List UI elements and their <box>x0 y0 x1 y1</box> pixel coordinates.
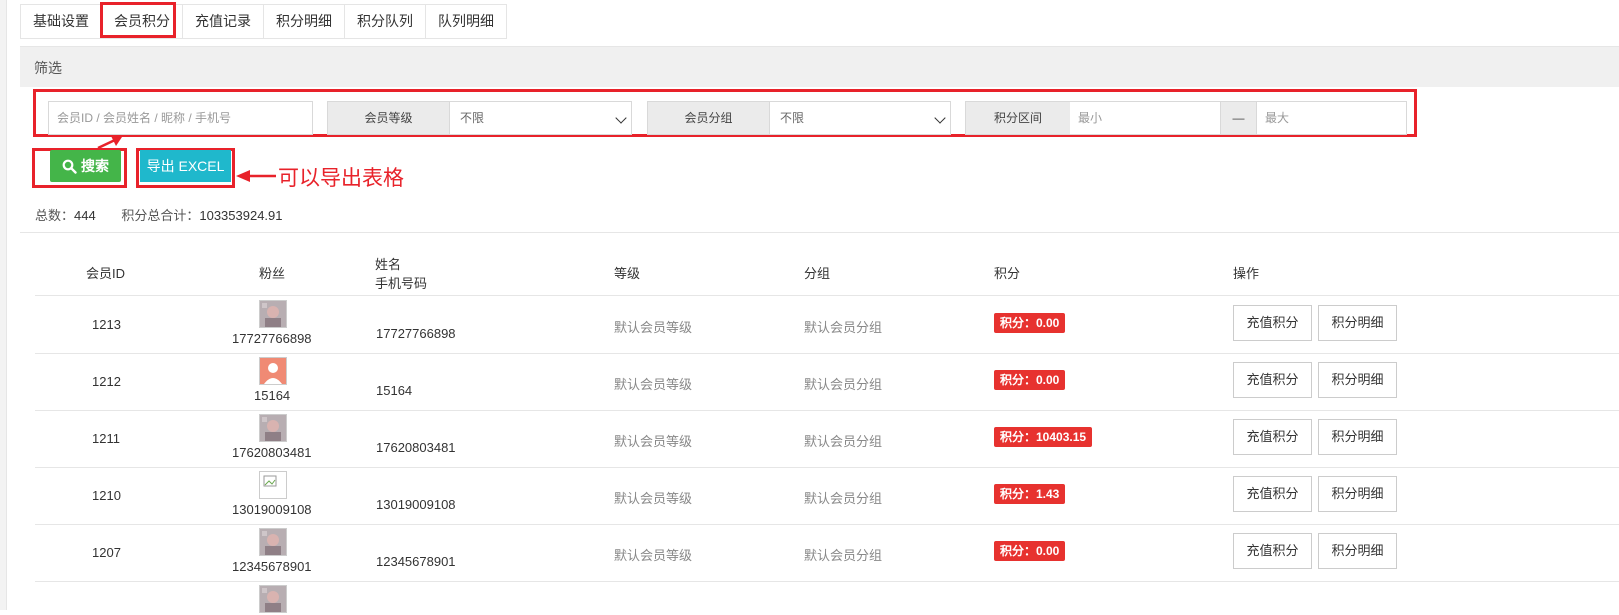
header-name: 姓名 <box>375 257 402 272</box>
points-badge: 积分：0.00 <box>994 541 1066 561</box>
member-avatar <box>259 528 287 556</box>
points-detail-button[interactable]: 积分明细 <box>1318 419 1397 455</box>
member-level: 默认会员等级 <box>614 377 693 392</box>
member-level: 默认会员等级 <box>614 491 693 506</box>
recharge-points-button[interactable]: 充值积分 <box>1233 533 1312 569</box>
summary: 总数：444 积分总合计：103353924.91 <box>35 205 305 224</box>
table-row: 1211 17620803481 17620803481 默认会员等级 默认会员分组 积分… <box>35 410 1619 468</box>
fan-nickname: 17620803481 <box>232 445 312 460</box>
header-points: 积分 <box>994 266 1021 281</box>
member-id: 1212 <box>92 374 121 389</box>
header-group: 分组 <box>804 266 831 281</box>
member-group: 默认会员分组 <box>804 320 883 335</box>
recharge-points-button[interactable]: 充值积分 <box>1233 419 1312 455</box>
points-sum-label: 积分总合计： <box>121 208 200 223</box>
points-badge: 积分：0.00 <box>994 313 1066 333</box>
total-value: 444 <box>74 208 96 223</box>
header-phone: 手机号码 <box>375 276 428 291</box>
arrow-to-filter <box>97 136 122 150</box>
points-badge: 积分：1.43 <box>994 484 1066 504</box>
member-avatar <box>259 471 287 499</box>
member-id: 1211 <box>92 431 120 446</box>
header-actions: 操作 <box>1233 266 1260 281</box>
points-badge: 积分：10403.15 <box>994 427 1093 447</box>
table-header: 会员ID 粉丝 姓名 手机号码 等级 分组 积分 操作 <box>35 250 1619 296</box>
table-row: 1207 12345678901 12345678901 默认会员等级 默认会员分组 积分… <box>35 524 1619 582</box>
recharge-points-button[interactable]: 充值积分 <box>1233 476 1312 512</box>
total-label: 总数： <box>35 208 75 223</box>
member-avatar <box>259 585 287 613</box>
member-group: 默认会员分组 <box>804 377 883 392</box>
points-detail-button[interactable]: 积分明细 <box>1318 533 1397 569</box>
recharge-points-button[interactable]: 充值积分 <box>1233 362 1312 398</box>
member-phone: 17620803481 <box>376 440 456 455</box>
member-id: 1213 <box>92 317 121 332</box>
points-detail-button[interactable]: 积分明细 <box>1318 476 1397 512</box>
member-level: 默认会员等级 <box>614 548 693 563</box>
points-badge: 积分：0.00 <box>994 370 1066 390</box>
header-fans: 粉丝 <box>259 266 286 281</box>
points-detail-button[interactable]: 积分明细 <box>1318 362 1397 398</box>
member-phone: 15164 <box>376 383 413 398</box>
divider <box>20 232 1619 233</box>
arrow-to-export <box>236 170 276 182</box>
recharge-points-button[interactable]: 充值积分 <box>1233 305 1312 341</box>
member-group: 默认会员分组 <box>804 548 883 563</box>
fan-nickname: 17727766898 <box>232 331 312 346</box>
member-level: 默认会员等级 <box>614 434 693 449</box>
fan-nickname: 15164 <box>254 388 291 403</box>
member-group: 默认会员分组 <box>804 491 883 506</box>
member-level: 默认会员等级 <box>614 320 693 335</box>
member-avatar <box>259 300 287 328</box>
header-level: 等级 <box>614 266 641 281</box>
header-member-id: 会员ID <box>86 266 126 281</box>
member-avatar <box>259 414 287 442</box>
table-row: 1210 13019009108 13019009108 默认会员等级 默认会员分组 积分… <box>35 467 1619 525</box>
export-annotation-text: 可以导出表格 <box>278 167 404 190</box>
table-row: 1213 17727766898 17727766898 默认会员等级 默认会员分组 积分… <box>35 296 1619 354</box>
member-group: 默认会员分组 <box>804 434 883 449</box>
member-phone: 13019009108 <box>376 497 456 512</box>
points-sum-value: 103353924.91 <box>199 208 283 223</box>
fan-nickname: 12345678901 <box>232 559 312 574</box>
member-id: 1207 <box>92 545 121 560</box>
member-phone: 17727766898 <box>376 326 456 341</box>
member-id: 1210 <box>92 488 121 503</box>
member-avatar <box>259 357 287 385</box>
table-row: 1212 15164 15164 默认会员等级 默认会员分组 积分：0.00 充值积分 积分明… <box>35 353 1619 411</box>
fan-nickname: 13019009108 <box>232 502 312 517</box>
points-detail-button[interactable]: 积分明细 <box>1318 305 1397 341</box>
member-phone: 12345678901 <box>376 554 456 569</box>
